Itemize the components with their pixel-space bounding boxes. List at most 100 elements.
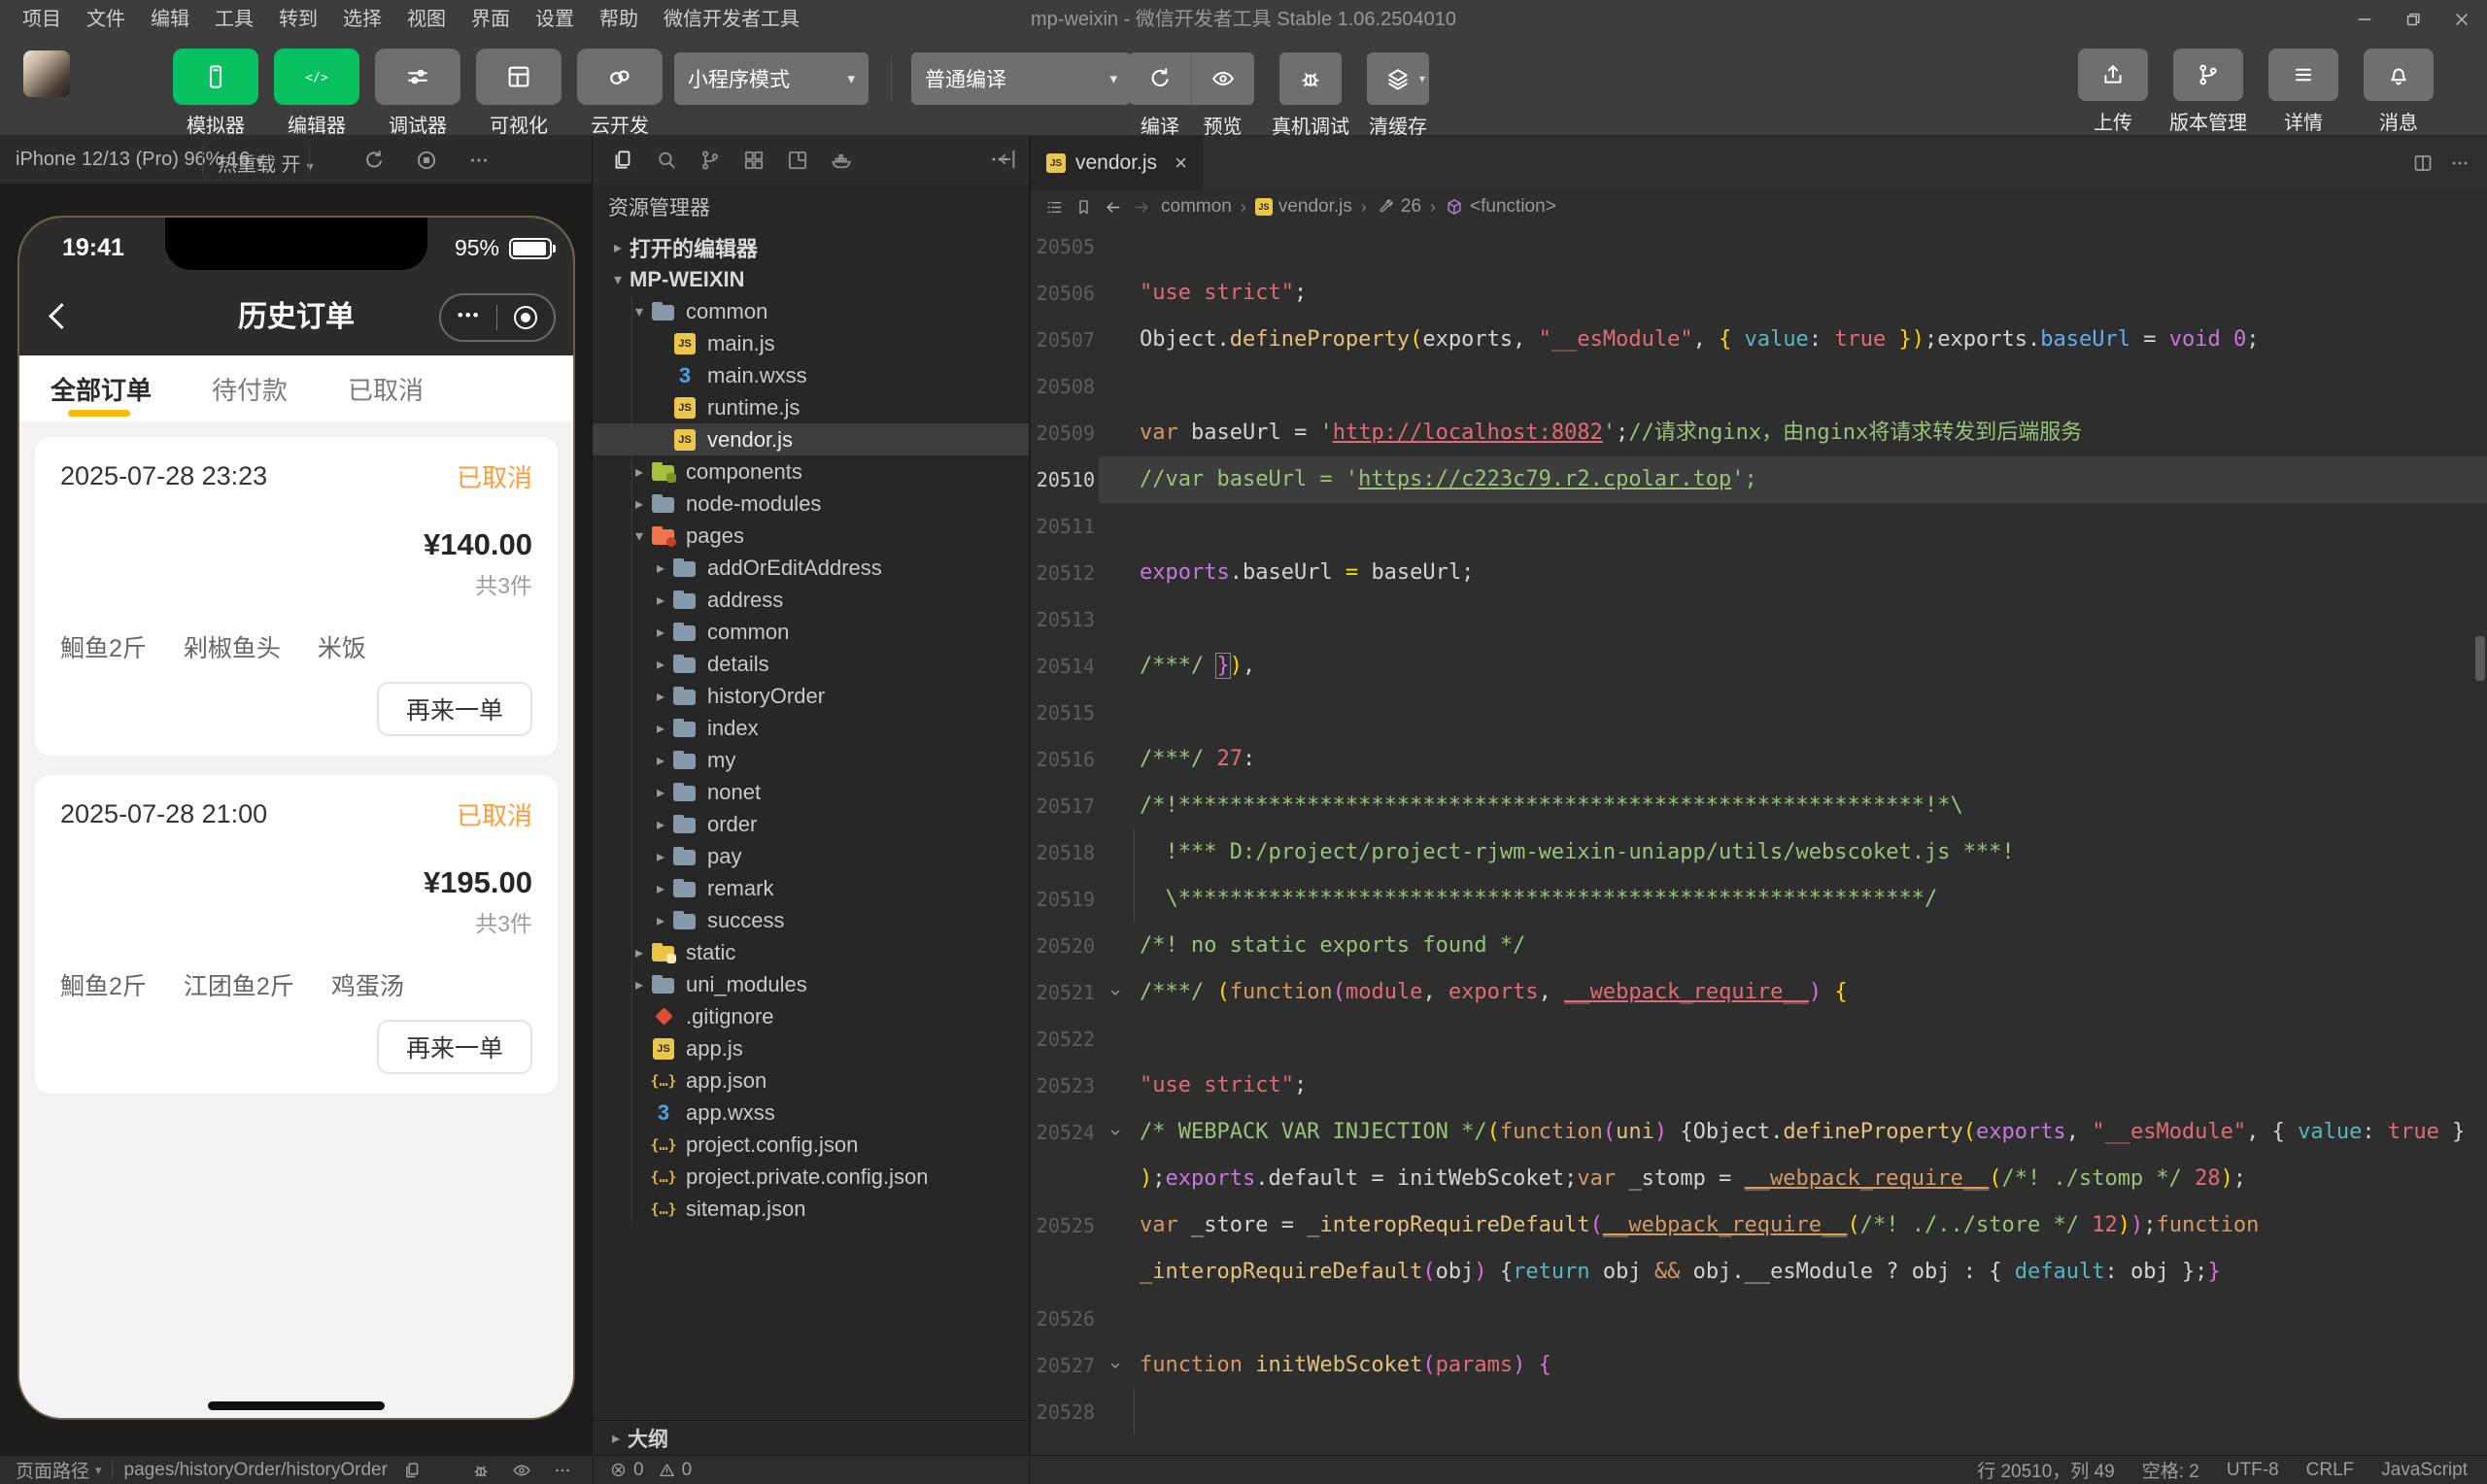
capsule-close-icon[interactable] [514,306,538,329]
breadcrumb-item-common[interactable]: common [1161,196,1232,218]
more-icon[interactable] [988,148,1011,171]
code-line-wrap[interactable]: _interopRequireDefault(obj) {return obj … [1031,1249,2487,1296]
tree-item-index[interactable]: ▸ index [593,712,1029,744]
code-area[interactable]: 20505 20506 "use strict"; 20507 Object.defin… [1031,223,2487,1455]
code-line-20509[interactable]: 20509 var baseUrl = 'http://localhost:808… [1031,410,2487,456]
hot-reload-toggle[interactable]: 热重载 开 ▾ [218,149,314,177]
tree-item-details[interactable]: ▸ details [593,648,1029,680]
compile-button[interactable]: 编译 [1129,52,1191,139]
pane-icon[interactable] [775,139,819,183]
code-line-20526[interactable]: 20526 [1031,1296,2487,1342]
more-icon[interactable] [466,148,492,173]
menu-item-10[interactable]: 微信开发者工具 [651,0,812,39]
reorder-button[interactable]: 再来一单 [376,682,532,736]
tree-item-pay[interactable]: ▸ pay [593,840,1029,872]
menu-item-2[interactable]: 编辑 [138,0,202,39]
tree-item-nonet[interactable]: ▸ nonet [593,776,1029,808]
encoding[interactable]: UTF-8 [2227,1460,2279,1481]
breadcrumb-item-26[interactable]: 26 [1376,196,1421,218]
docker-icon[interactable] [819,139,863,183]
tab-全部订单[interactable]: 全部订单 [51,371,152,407]
tree-item-main.wxss[interactable]: 3 main.wxss [593,359,1029,391]
capsule-more-icon[interactable]: ••• [458,307,481,329]
tree-item-打开的编辑器[interactable]: ▸ 打开的编辑器 [593,231,1029,263]
code-line-20527[interactable]: 20527 › function initWebScoket(params) { [1031,1342,2487,1389]
code-line-20520[interactable]: 20520 /*! no static exports found */ [1031,923,2487,969]
tree-item-remark[interactable]: ▸ remark [593,872,1029,904]
tree-item-main.js[interactable]: JS main.js [593,327,1029,359]
code-line-20516[interactable]: 20516 /***/ 27: [1031,736,2487,783]
details-button[interactable]: 详情 [2264,49,2343,135]
code-line-20518[interactable]: 20518 !*** D:/project/project-rjwm-weixi… [1031,829,2487,876]
cursor-position[interactable]: 行 20510，列 49 [1977,1457,2115,1483]
breadcrumb-item-vendorjs[interactable]: JS vendor.js [1254,196,1352,218]
mode-select[interactable]: 小程序模式 ▾ [674,52,869,105]
minimize-icon[interactable] [2355,10,2374,29]
language-mode[interactable]: JavaScript [2381,1460,2468,1481]
copy-icon[interactable] [401,1460,423,1481]
breadcrumb-item-function[interactable]: <function> [1445,196,1556,218]
code-line-20512[interactable]: 20512 exports.baseUrl = baseUrl; [1031,550,2487,596]
code-line-20517[interactable]: 20517 /*!********************************… [1031,783,2487,829]
visualizer-button[interactable]: 可视化 [474,49,563,138]
outline-section[interactable]: ▸ 大纲 [593,1420,1029,1455]
page-path-select[interactable]: 页面路径 [16,1457,89,1483]
bookmark-icon[interactable] [1073,197,1094,218]
clear-cache-button[interactable]: ▾ 清缓存 [1367,52,1429,139]
tree-item-addOrEditAddress[interactable]: ▸ addOrEditAddress [593,552,1029,584]
code-line-20522[interactable]: 20522 [1031,1016,2487,1062]
editor-button[interactable]: </> 编辑器 [272,49,361,138]
eye-icon[interactable] [511,1460,532,1481]
tab-已取消[interactable]: 已取消 [348,371,424,407]
record-icon[interactable] [414,148,439,173]
fold-chevron-icon[interactable]: › [1093,983,1140,1002]
menu-item-3[interactable]: 工具 [202,0,266,39]
menu-item-7[interactable]: 界面 [459,0,523,39]
messages-button[interactable]: 消息 [2359,49,2438,135]
menu-item-5[interactable]: 选择 [330,0,394,39]
problems-indicator[interactable]: 0 0 [593,1456,1030,1484]
menu-item-8[interactable]: 设置 [523,0,587,39]
tree-item-uni_modules[interactable]: ▸ uni_modules [593,968,1029,1000]
upload-button[interactable]: 上传 [2073,49,2153,135]
code-line-20524[interactable]: 20524 ›/* WEBPACK VAR INJECTION */(functi… [1031,1109,2487,1156]
debugger-button[interactable]: 调试器 [373,49,462,138]
tree-item-project.private.config.json[interactable]: {…} project.private.config.json [593,1161,1029,1193]
tree-item-my[interactable]: ▸ my [593,744,1029,776]
menu-item-6[interactable]: 视图 [394,0,459,39]
indentation[interactable]: 空格: 2 [2142,1457,2199,1483]
tree-item-MP-WEIXIN[interactable]: ▾ MP-WEIXIN [593,263,1029,295]
order-card[interactable]: 2025-07-28 21:00 已取消 ¥195.00 共3件 鮰鱼2斤 江团鱼2斤 鸡蛋… [35,775,558,1094]
tree-item-address[interactable]: ▸ address [593,584,1029,616]
close-icon[interactable] [2452,10,2471,29]
nav-back-icon[interactable] [1103,197,1123,218]
code-line-20521[interactable]: 20521 ›/***/ (function(module, exports, _… [1031,969,2487,1016]
split-editor-icon[interactable] [2411,152,2435,175]
more-icon[interactable] [552,1460,573,1481]
files-icon[interactable] [600,139,644,183]
code-line-20528[interactable]: 20528 [1031,1389,2487,1435]
tree-item-vendor.js[interactable]: JS vendor.js [593,423,1029,455]
eol[interactable]: CRLF [2306,1460,2355,1481]
tree-item-.gitignore[interactable]: .gitignore [593,1000,1029,1032]
tree-item-success[interactable]: ▸ success [593,904,1029,936]
maximize-icon[interactable] [2403,10,2423,29]
code-line-20523[interactable]: 20523 "use strict"; [1031,1062,2487,1109]
tree-item-common[interactable]: ▾ common [593,295,1029,327]
code-line-20510[interactable]: 20510 //var baseUrl = 'https://c223c79.r2… [1031,456,2487,503]
tree-item-runtime.js[interactable]: JS runtime.js [593,391,1029,423]
menu-item-0[interactable]: 项目 [10,0,74,39]
fold-chevron-icon[interactable]: › [1093,1356,1140,1375]
tree-item-app.js[interactable]: JS app.js [593,1032,1029,1064]
tree-item-project.config.json[interactable]: {…} project.config.json [593,1129,1029,1161]
tree-item-components[interactable]: ▸ components [593,455,1029,488]
code-line-20513[interactable]: 20513 [1031,596,2487,643]
cloud-dev-button[interactable]: 云开发 [575,49,664,138]
tree-item-app.json[interactable]: {…} app.json [593,1064,1029,1096]
preview-button[interactable]: 预览 [1191,52,1254,139]
search-icon[interactable] [644,139,688,183]
device-debug-button[interactable]: 真机调试 [1272,52,1349,139]
fold-chevron-icon[interactable]: › [1093,1123,1140,1142]
tree-item-sitemap.json[interactable]: {…} sitemap.json [593,1193,1029,1225]
nav-forward-icon[interactable] [1132,197,1152,218]
